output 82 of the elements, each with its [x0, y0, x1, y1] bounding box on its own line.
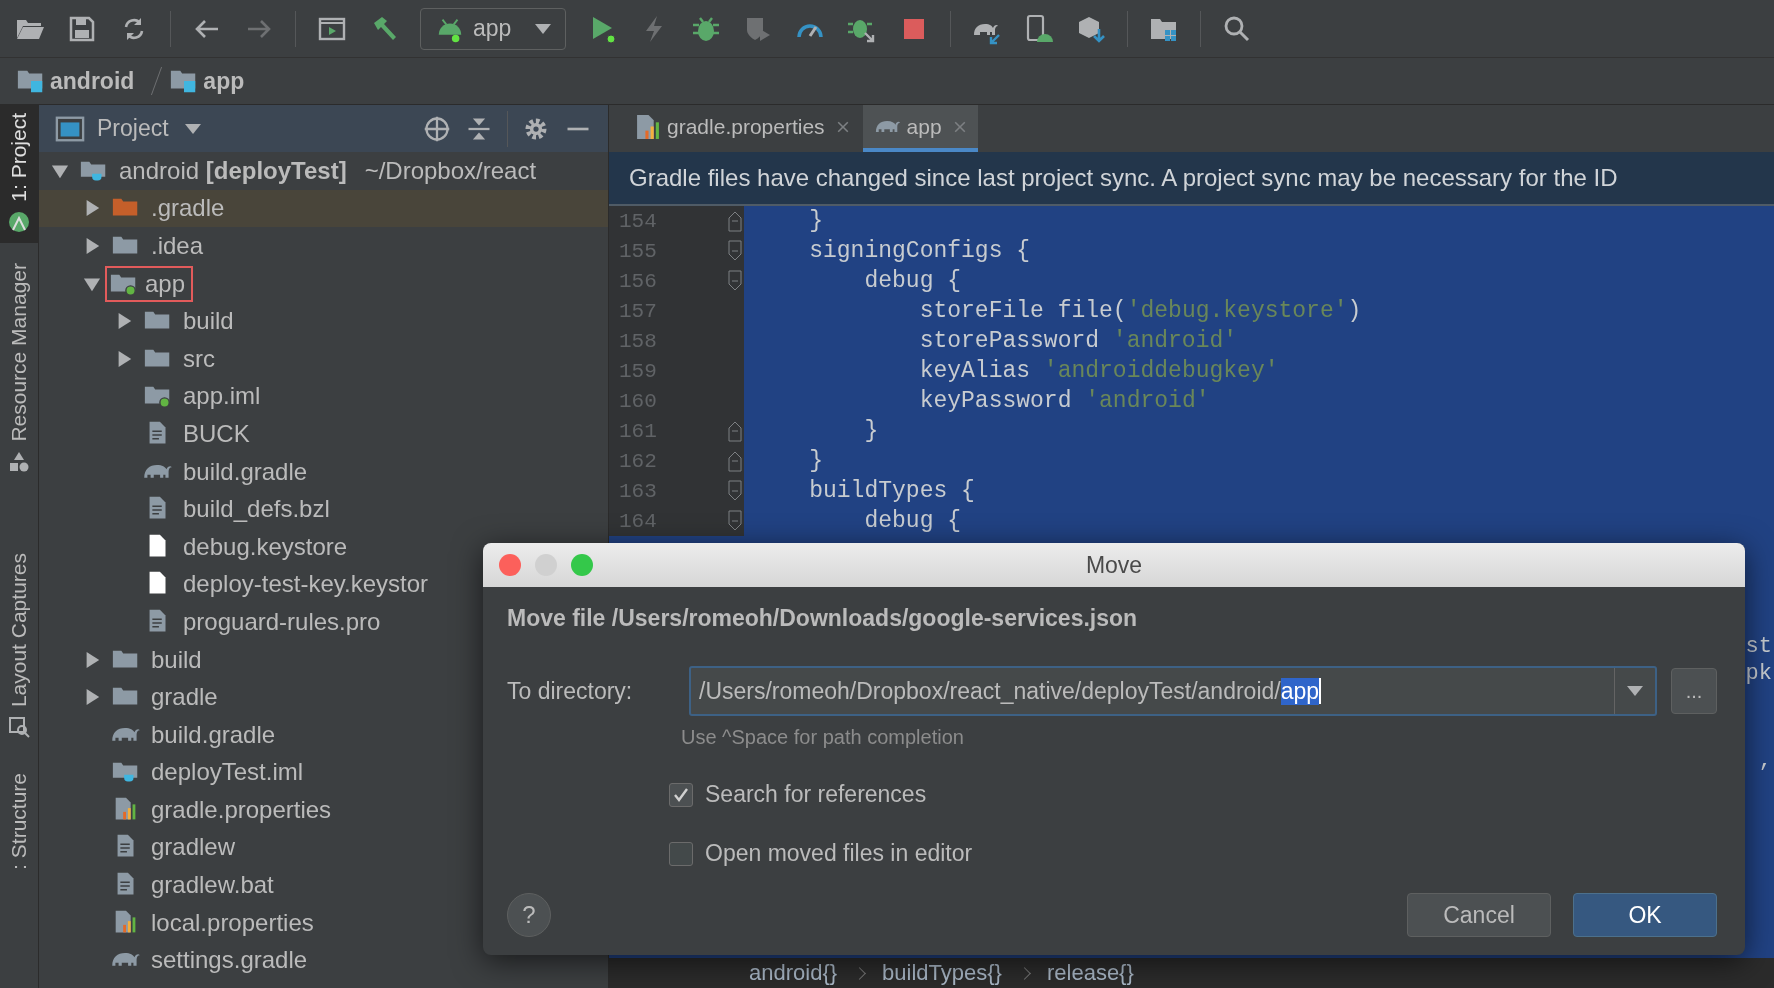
- tree-item[interactable]: debug.keystore: [183, 532, 348, 561]
- code-line: debug {: [863, 268, 962, 294]
- directory-field[interactable]: /Users/romeoh/Dropbox/react_native/deployTest/android/app: [689, 666, 1657, 716]
- elephant-icon: [111, 725, 141, 744]
- checkbox-label[interactable]: Open moved files in editor: [705, 840, 973, 867]
- side-tab[interactable]: Resource Manager: [0, 255, 38, 482]
- tree-item[interactable]: build.gradle: [151, 720, 276, 749]
- path-text: ~/Dropbox/react: [364, 156, 537, 185]
- view-dropdown[interactable]: Project: [55, 113, 201, 144]
- checkbox[interactable]: [669, 782, 693, 807]
- breadcrumb-item[interactable]: android{}: [749, 960, 838, 986]
- code-fragment: ,: [1758, 748, 1773, 773]
- tree-item[interactable]: build: [151, 645, 202, 674]
- dialog-heading: Move file /Users/romeoh/Downloads/google-services.json: [507, 605, 1139, 632]
- code-line: }: [863, 418, 879, 444]
- sync-banner: Gradle files have changed since last project sync. A project sync may be necessary for the ID: [609, 152, 1774, 206]
- locate-icon[interactable]: [423, 114, 451, 143]
- dialog-title: Move: [1084, 551, 1144, 579]
- code-fragment: st: [1745, 634, 1773, 659]
- tree-item[interactable]: .gradle: [151, 194, 225, 223]
- code-line: storeFile file('debug.keystore'): [918, 298, 1362, 324]
- tree-item[interactable]: settings.gradle: [151, 946, 308, 975]
- tree-item[interactable]: .idea: [151, 232, 204, 260]
- code-line: debug {: [863, 508, 962, 534]
- browse-button[interactable]: ...: [1671, 668, 1717, 714]
- breadcrumb-item[interactable]: android: [16, 66, 135, 96]
- code-line: keyAlias 'androiddebugkey': [918, 358, 1279, 384]
- side-tab[interactable]: : Structure: [0, 765, 38, 878]
- code-line: }: [808, 208, 823, 234]
- fold-marker-icon[interactable]: [728, 270, 742, 292]
- hint-text: Use ^Space for path completion: [681, 726, 965, 749]
- tree-item[interactable]: local.properties: [151, 908, 314, 937]
- tree-item[interactable]: gradle.properties: [151, 795, 332, 824]
- tree-item[interactable]: proguard-rules.pro: [183, 607, 381, 636]
- code-line: }: [808, 448, 823, 474]
- tree-item[interactable]: gradlew: [151, 833, 236, 862]
- tree-item[interactable]: src: [183, 344, 215, 373]
- checkbox[interactable]: [669, 841, 693, 866]
- run-configuration-dropdown[interactable]: app: [420, 7, 566, 50]
- fold-marker-icon[interactable]: [728, 450, 742, 472]
- capture-icon: [7, 715, 31, 740]
- fold-marker-icon[interactable]: [728, 420, 742, 442]
- fold-marker-icon[interactable]: [728, 480, 742, 502]
- tree-item[interactable]: gradlew.bat: [151, 871, 274, 900]
- breadcrumb-item[interactable]: release{}: [1046, 960, 1134, 986]
- tree-item[interactable]: gradle: [151, 683, 218, 712]
- elephant-icon: [143, 462, 173, 481]
- caret-icon: [184, 123, 201, 134]
- help-button[interactable]: ?: [507, 893, 551, 937]
- editor-tab[interactable]: app: [862, 105, 978, 152]
- code-line: storePassword 'android': [918, 328, 1238, 354]
- code-fragment: pk: [1745, 661, 1773, 686]
- tree-item[interactable]: build_defs.bzl: [183, 495, 330, 524]
- android-icon: [7, 209, 31, 234]
- tree-item[interactable]: app.iml: [183, 382, 261, 411]
- tree-item[interactable]: android [deployTest]: [119, 156, 347, 185]
- side-tab[interactable]: Layout Captures: [0, 545, 38, 748]
- tree-item[interactable]: deployTest.iml: [151, 758, 304, 787]
- close-icon[interactable]: [836, 120, 849, 133]
- fold-marker-icon[interactable]: [728, 240, 742, 262]
- checkbox-label[interactable]: Search for references: [705, 781, 927, 808]
- breadcrumb-item[interactable]: app: [169, 66, 245, 96]
- code-line: keyPassword 'android': [918, 388, 1210, 414]
- tree-item[interactable]: app: [107, 267, 192, 300]
- caret-icon[interactable]: [1627, 686, 1643, 696]
- code-line: buildTypes {: [808, 478, 975, 504]
- breadcrumb-item[interactable]: buildTypes{}: [882, 960, 1002, 986]
- tree-item[interactable]: BUCK: [183, 419, 250, 448]
- side-tab[interactable]: 1: Project: [0, 105, 38, 243]
- field-label: To directory:: [507, 677, 634, 705]
- properties-file-icon: [635, 113, 661, 140]
- caret-icon: [535, 23, 551, 34]
- fold-marker-icon[interactable]: [728, 510, 742, 532]
- code-line: signingConfigs {: [808, 238, 1031, 264]
- close-button[interactable]: [499, 554, 521, 576]
- ok-button[interactable]: OK: [1573, 893, 1717, 937]
- tree-item[interactable]: build: [183, 307, 234, 336]
- tree-item[interactable]: build.gradle: [183, 457, 308, 486]
- fold-marker-icon[interactable]: [728, 210, 742, 232]
- cancel-button[interactable]: Cancel: [1407, 893, 1551, 937]
- tree-item[interactable]: deploy-test-key.keystor: [183, 570, 428, 599]
- editor-tab[interactable]: gradle.properties: [623, 105, 861, 152]
